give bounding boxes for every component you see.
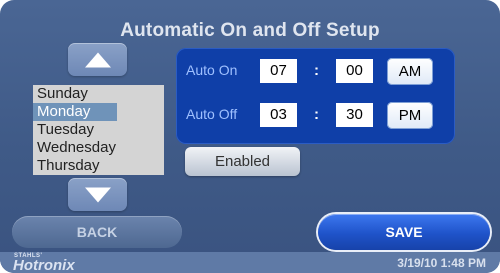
back-button[interactable]: BACK xyxy=(12,216,182,248)
auto-off-ampm-button[interactable]: PM xyxy=(387,102,433,129)
day-item-thursday[interactable]: Thursday xyxy=(33,157,164,175)
day-item-tuesday[interactable]: Tuesday xyxy=(33,121,164,139)
auto-on-colon: : xyxy=(314,62,319,79)
footer-bar: STAHLS' Hotronix 3/19/10 1:48 PM xyxy=(0,252,500,273)
auto-off-minute-field[interactable]: 30 xyxy=(336,103,373,127)
date-time: 3/19/10 1:48 PM xyxy=(397,256,486,270)
triangle-up-icon xyxy=(84,52,111,67)
day-item-monday[interactable]: Monday xyxy=(33,103,117,121)
day-item-sunday[interactable]: Sunday xyxy=(33,85,164,103)
save-button[interactable]: SAVE xyxy=(318,214,490,250)
day-list[interactable]: Sunday Monday Tuesday Wednesday Thursday xyxy=(33,85,164,175)
auto-on-ampm-button[interactable]: AM xyxy=(387,58,433,85)
enabled-toggle-button[interactable]: Enabled xyxy=(185,147,300,176)
auto-on-minute-field[interactable]: 00 xyxy=(336,59,373,83)
time-settings-panel: Auto On 07 : 00 AM Auto Off 03 : 30 PM xyxy=(176,48,455,144)
auto-off-hour-field[interactable]: 03 xyxy=(260,103,297,127)
setup-screen: Automatic On and Off Setup Sunday Monday… xyxy=(0,0,500,273)
day-item-wednesday[interactable]: Wednesday xyxy=(33,139,164,157)
auto-off-colon: : xyxy=(314,106,319,123)
auto-off-label: Auto Off xyxy=(186,106,238,122)
page-title: Automatic On and Off Setup xyxy=(120,20,380,41)
scroll-up-button[interactable] xyxy=(68,43,127,76)
auto-on-label: Auto On xyxy=(186,62,238,78)
brand-logo: Hotronix xyxy=(13,259,75,273)
triangle-down-icon xyxy=(84,187,111,202)
scroll-down-button[interactable] xyxy=(68,178,127,211)
auto-on-hour-field[interactable]: 07 xyxy=(260,59,297,83)
